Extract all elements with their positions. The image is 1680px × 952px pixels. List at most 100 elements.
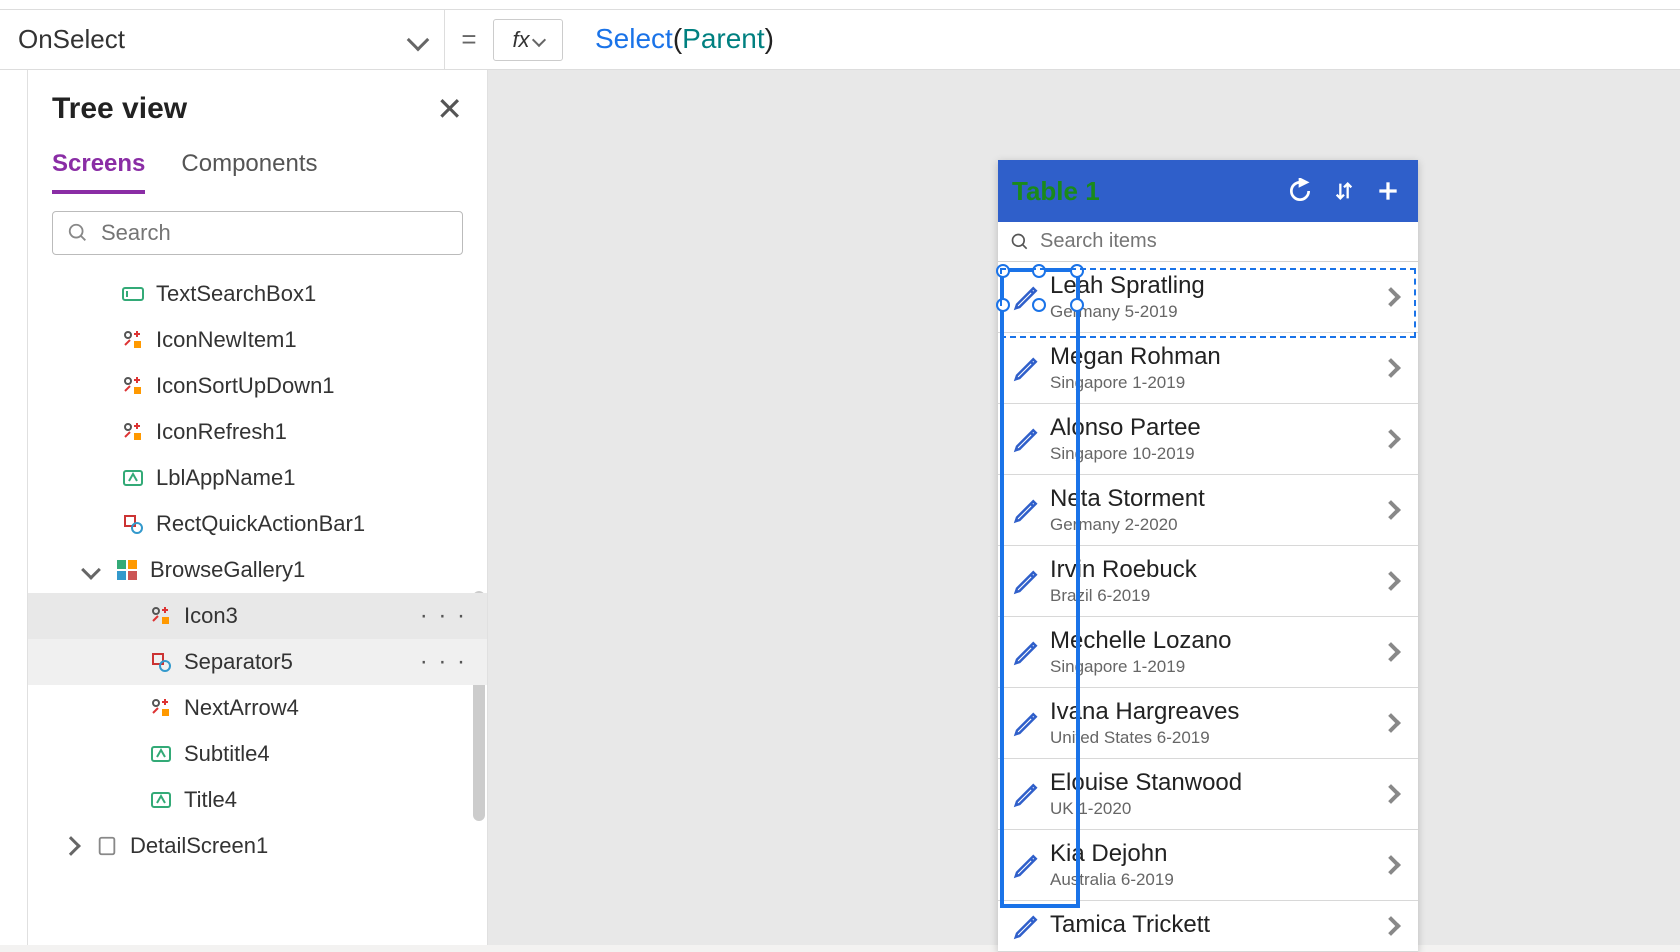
tree-item-label: BrowseGallery1 xyxy=(150,557,305,583)
phone-search-input[interactable] xyxy=(1040,230,1406,253)
tree-search[interactable] xyxy=(52,211,463,255)
fx-button[interactable]: fx xyxy=(493,19,563,61)
textbox-icon xyxy=(120,281,146,307)
chevron-down-icon xyxy=(407,28,430,51)
search-icon xyxy=(1010,232,1030,252)
chevron-right-icon[interactable] xyxy=(1381,784,1401,804)
tree-list[interactable]: TextSearchBox1 IconNewItem1 IconSortUpDo… xyxy=(28,271,487,945)
chevron-right-icon[interactable] xyxy=(1381,287,1401,307)
row-subtitle: Singapore 10-2019 xyxy=(1050,444,1384,464)
tree-item-label: TextSearchBox1 xyxy=(156,281,316,307)
row-subtitle: Singapore 1-2019 xyxy=(1050,657,1384,677)
expand-icon[interactable] xyxy=(81,560,101,580)
more-icon[interactable]: · · · xyxy=(420,648,467,676)
chevron-right-icon[interactable] xyxy=(1381,713,1401,733)
pencil-icon xyxy=(1012,282,1042,312)
row-title: Kia Dejohn xyxy=(1050,840,1384,868)
tree-item[interactable]: IconNewItem1 xyxy=(28,317,487,363)
label-icon xyxy=(148,787,174,813)
pencil-icon xyxy=(1012,495,1042,525)
search-icon xyxy=(67,222,89,244)
list-item[interactable]: Mechelle Lozano Singapore 1-2019 xyxy=(998,617,1418,688)
tab-screens[interactable]: Screens xyxy=(52,138,145,194)
tree-item[interactable]: RectQuickActionBar1 xyxy=(28,501,487,547)
pencil-icon xyxy=(1012,708,1042,738)
tree-item[interactable]: IconSortUpDown1 xyxy=(28,363,487,409)
tree-item[interactable]: LblAppName1 xyxy=(28,455,487,501)
chevron-right-icon[interactable] xyxy=(1381,642,1401,662)
tree-item[interactable]: IconRefresh1 xyxy=(28,409,487,455)
chevron-right-icon[interactable] xyxy=(1381,500,1401,520)
phone-preview: Table 1 Leah Spratling Germany 5-2019 Me… xyxy=(998,160,1418,952)
tree-item-label: NextArrow4 xyxy=(184,695,299,721)
row-title: Leah Spratling xyxy=(1050,272,1384,300)
chevron-right-icon[interactable] xyxy=(1381,916,1401,936)
more-icon[interactable]: · · · xyxy=(420,602,467,630)
tree-item-label: IconSortUpDown1 xyxy=(156,373,335,399)
app-header: Table 1 xyxy=(998,160,1418,222)
row-subtitle: UK 1-2020 xyxy=(1050,799,1384,819)
chevron-right-icon[interactable] xyxy=(1381,358,1401,378)
tree-item-label: Icon3 xyxy=(184,603,238,629)
row-subtitle: Singapore 1-2019 xyxy=(1050,373,1384,393)
tree-item[interactable]: Title4 xyxy=(28,777,487,823)
app-title: Table 1 xyxy=(1012,176,1272,207)
tree-item-label: RectQuickActionBar1 xyxy=(156,511,365,537)
icon-control-icon xyxy=(120,419,146,445)
icon-control-icon xyxy=(120,327,146,353)
search-input[interactable] xyxy=(101,220,448,246)
icon-control-icon xyxy=(148,695,174,721)
list-item[interactable]: Leah Spratling Germany 5-2019 xyxy=(998,262,1418,333)
tree-item-detailscreen[interactable]: DetailScreen1 xyxy=(28,823,487,869)
list-item[interactable]: Megan Rohman Singapore 1-2019 xyxy=(998,333,1418,404)
row-subtitle: United States 6-2019 xyxy=(1050,728,1384,748)
list-item[interactable]: Tamica Trickett xyxy=(998,901,1418,952)
browse-gallery[interactable]: Leah Spratling Germany 5-2019 Megan Rohm… xyxy=(998,262,1418,952)
left-rail xyxy=(0,70,28,945)
row-title: Megan Rohman xyxy=(1050,343,1384,371)
canvas[interactable]: Table 1 Leah Spratling Germany 5-2019 Me… xyxy=(488,70,1680,945)
pencil-icon xyxy=(1012,911,1042,941)
row-title: Irvin Roebuck xyxy=(1050,556,1384,584)
shape-icon xyxy=(148,649,174,675)
tree-item[interactable]: Subtitle4 xyxy=(28,731,487,777)
tree-item-icon3[interactable]: Icon3 · · · xyxy=(28,593,487,639)
row-title: Tamica Trickett xyxy=(1050,911,1384,939)
row-title: Alonso Partee xyxy=(1050,414,1384,442)
tree-item-separator5[interactable]: Separator5 · · · xyxy=(28,639,487,685)
refresh-icon[interactable] xyxy=(1284,175,1316,207)
tree-item[interactable]: TextSearchBox1 xyxy=(28,271,487,317)
equals-sign: = xyxy=(445,24,493,55)
tree-item-label: Separator5 xyxy=(184,649,293,675)
pencil-icon xyxy=(1012,850,1042,880)
tree-item-gallery[interactable]: BrowseGallery1 xyxy=(28,547,487,593)
add-icon[interactable] xyxy=(1372,175,1404,207)
chevron-right-icon[interactable] xyxy=(1381,429,1401,449)
list-item[interactable]: Kia Dejohn Australia 6-2019 xyxy=(998,830,1418,901)
property-name: OnSelect xyxy=(18,24,125,55)
expand-icon[interactable] xyxy=(61,836,81,856)
fx-label: fx xyxy=(512,27,529,53)
property-selector[interactable]: OnSelect xyxy=(0,10,445,69)
tab-components[interactable]: Components xyxy=(181,138,317,194)
close-icon[interactable]: ✕ xyxy=(436,90,463,128)
formula-input[interactable]: Select(Parent) xyxy=(575,23,1680,57)
list-item[interactable]: Neta Storment Germany 2-2020 xyxy=(998,475,1418,546)
tree-item-label: Subtitle4 xyxy=(184,741,270,767)
chevron-right-icon[interactable] xyxy=(1381,855,1401,875)
list-item[interactable]: Ivana Hargreaves United States 6-2019 xyxy=(998,688,1418,759)
row-subtitle: Brazil 6-2019 xyxy=(1050,586,1384,606)
phone-search[interactable] xyxy=(998,222,1418,262)
row-title: Neta Storment xyxy=(1050,485,1384,513)
chevron-right-icon[interactable] xyxy=(1381,571,1401,591)
label-icon xyxy=(148,741,174,767)
screen-icon xyxy=(94,833,120,859)
sort-icon[interactable] xyxy=(1328,175,1360,207)
chevron-down-icon xyxy=(531,32,545,46)
tree-item[interactable]: NextArrow4 xyxy=(28,685,487,731)
pencil-icon xyxy=(1012,637,1042,667)
list-item[interactable]: Irvin Roebuck Brazil 6-2019 xyxy=(998,546,1418,617)
list-item[interactable]: Alonso Partee Singapore 10-2019 xyxy=(998,404,1418,475)
label-icon xyxy=(120,465,146,491)
list-item[interactable]: Elouise Stanwood UK 1-2020 xyxy=(998,759,1418,830)
